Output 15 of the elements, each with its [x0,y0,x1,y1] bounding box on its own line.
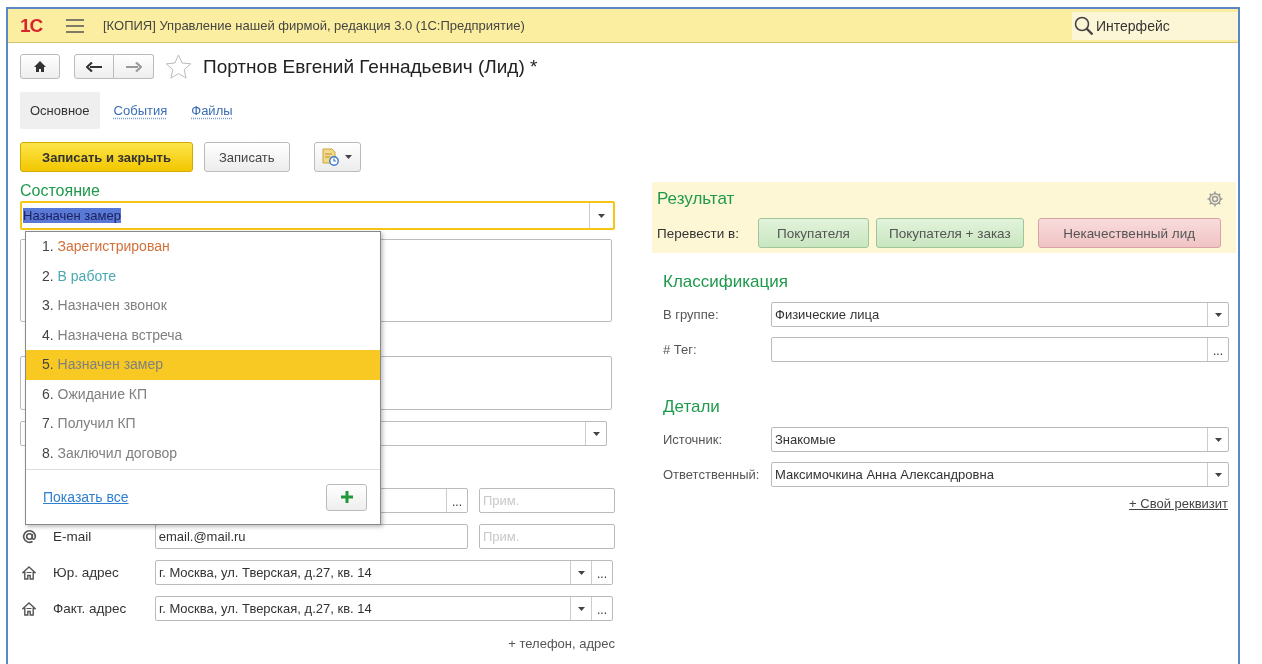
field-label: Перевести в: [657,225,740,241]
section-heading: Состояние [20,182,101,200]
section-heading: Детали [663,397,721,417]
field-label: Юр. адрес [53,565,120,580]
section-heading: Результат [657,188,735,209]
field-label: Факт. адрес [53,601,128,616]
field-label: В группе: [663,307,720,322]
field-label: Ответственный: [663,467,761,482]
field-label: E-mail [52,529,93,544]
app-logo: 1С [20,14,44,37]
window-title: [КОПИЯ] Управление нашей фирмой, редакция 3.0 (1С:Предприятие) [103,18,525,33]
form-title: Портнов Евгений Геннадьевич (Лид) * [203,55,538,78]
field-label: # Тег: [663,342,698,357]
field-label: Источник: [663,432,724,447]
section-heading: Классификация [663,272,789,292]
